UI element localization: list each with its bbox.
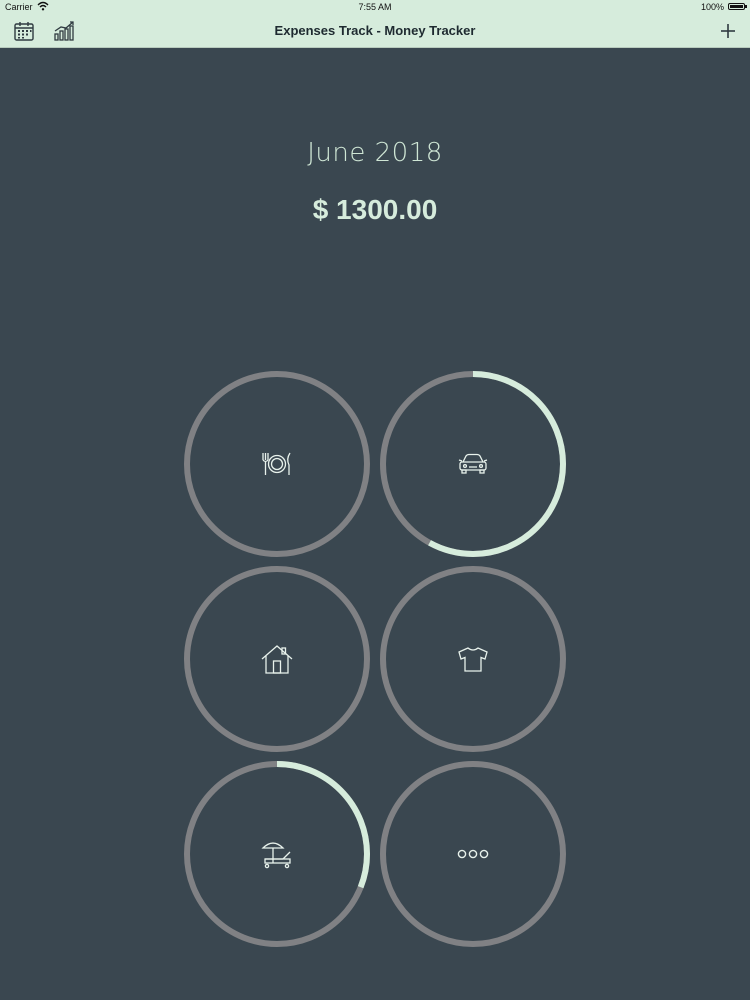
clock-label: 7:55 AM [358, 2, 392, 12]
category-clothing-button[interactable] [378, 564, 568, 754]
total-amount: $ 1300.00 [312, 194, 438, 225]
navigation-bar: Expenses Track - Money Tracker [0, 14, 750, 48]
category-leisure-button[interactable] [182, 759, 372, 949]
category-food-button[interactable] [182, 369, 372, 559]
battery-icon [728, 3, 747, 10]
tshirt-icon [455, 641, 491, 677]
more-icon [455, 836, 491, 872]
battery-percent: 100% [700, 2, 724, 12]
status-bar: Carrier 7:55 AM 100% [0, 0, 750, 14]
app-screen: Carrier 7:55 AM 100% Expenses Track - Mo… [0, 0, 750, 1000]
utensils-plate-icon [259, 446, 295, 482]
month-label[interactable]: June 2018 [0, 138, 750, 168]
category-other-button[interactable] [378, 759, 568, 949]
category-housing-button[interactable] [182, 564, 372, 754]
house-icon [259, 641, 295, 677]
page-title: Expenses Track - Money Tracker [274, 23, 476, 38]
plus-icon [721, 24, 735, 38]
beach-chair-icon [259, 836, 295, 872]
add-expense-button[interactable] [716, 19, 740, 43]
category-car-button[interactable] [378, 369, 568, 559]
car-icon [455, 446, 491, 482]
